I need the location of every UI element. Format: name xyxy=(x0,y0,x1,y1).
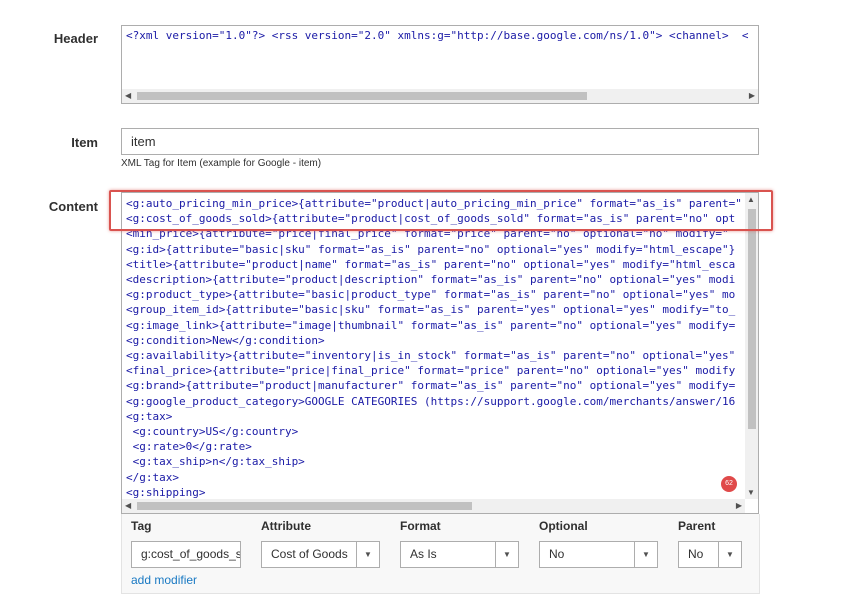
code-line: <g:condition>New</g:condition> xyxy=(126,333,325,347)
attribute-select-value: Cost of Goods xyxy=(271,547,348,561)
code-line: <g:country>US</g:country> xyxy=(126,425,299,438)
content-textarea[interactable]: <g:auto_pricing_min_price>{attribute="pr… xyxy=(121,192,759,514)
code-line: <final_price>{attribute="price|final_pri… xyxy=(126,364,736,378)
code-line: </g:tax> xyxy=(126,470,179,484)
code-line: <g:availability>{attribute="inventory|is… xyxy=(126,349,736,362)
code-line: <g:rate>0</g:rate> xyxy=(126,440,252,454)
format-select[interactable]: As Is ▼ xyxy=(400,541,519,568)
scroll-left-icon[interactable]: ◀ xyxy=(125,501,131,511)
chevron-down-icon: ▼ xyxy=(356,542,379,567)
code-line: <title>{attribute="product|name" format=… xyxy=(126,257,736,271)
chevron-down-icon: ▼ xyxy=(495,542,518,567)
format-select-value: As Is xyxy=(410,547,437,561)
header-text: <?xml version="1.0"?> <rss version="2.0"… xyxy=(126,29,749,42)
code-line: <group_item_id>{attribute="basic|sku" fo… xyxy=(126,303,736,317)
code-line: <g:product_type>{attribute="basic|produc… xyxy=(126,288,736,302)
column-header-optional: Optional xyxy=(539,519,588,533)
scroll-right-icon[interactable]: ▶ xyxy=(736,501,742,511)
tag-input[interactable]: g:cost_of_goods_s xyxy=(131,541,241,568)
header-textarea[interactable]: <?xml version="1.0"?> <rss version="2.0"… xyxy=(121,25,759,104)
item-input[interactable]: item xyxy=(121,128,759,155)
content-vertical-scrollbar[interactable]: ▲ ▼ xyxy=(745,193,758,499)
optional-select-value: No xyxy=(549,547,565,561)
code-line: <g:tax> xyxy=(126,409,173,423)
scroll-down-icon[interactable]: ▼ xyxy=(747,488,755,497)
column-header-attribute: Attribute xyxy=(261,519,311,533)
code-line: <g:id>{attribute="basic|sku" format="as_… xyxy=(126,242,736,256)
code-line: <g:shipping> xyxy=(126,485,206,499)
code-line: <g:google_product_category>GOOGLE CATEGO… xyxy=(126,394,736,408)
code-line: <g:image_link>{attribute="image|thumbnai… xyxy=(126,318,736,332)
add-modifier-link[interactable]: add modifier xyxy=(131,573,197,587)
content-horizontal-scrollbar[interactable]: ◀ ▶ xyxy=(122,499,745,513)
column-header-format: Format xyxy=(400,519,441,533)
parent-select-value: No xyxy=(688,547,704,561)
item-label: Item xyxy=(71,135,98,150)
scroll-left-icon[interactable]: ◀ xyxy=(125,91,131,101)
attribute-select[interactable]: Cost of Goods ▼ xyxy=(261,541,380,568)
code-line: <g:brand>{attribute="product|manufacture… xyxy=(126,379,736,393)
selection-highlight xyxy=(109,190,773,231)
content-label: Content xyxy=(48,199,98,214)
notification-badge[interactable]: 62 xyxy=(721,476,737,492)
chevron-down-icon: ▼ xyxy=(718,542,741,567)
scroll-right-icon[interactable]: ▶ xyxy=(749,91,755,101)
optional-select[interactable]: No ▼ xyxy=(539,541,658,568)
chevron-down-icon: ▼ xyxy=(634,542,657,567)
content-code: <g:auto_pricing_min_price>{attribute="pr… xyxy=(122,196,745,499)
header-scroll-thumb[interactable] xyxy=(137,92,587,100)
modifier-panel: Tag Attribute Format Optional Parent g:c… xyxy=(121,514,760,594)
column-header-tag: Tag xyxy=(131,519,152,533)
content-vscroll-thumb[interactable] xyxy=(748,209,756,429)
parent-select[interactable]: No ▼ xyxy=(678,541,742,568)
header-horizontal-scrollbar[interactable]: ◀ ▶ xyxy=(122,89,758,103)
header-label: Header xyxy=(53,31,98,46)
code-line: <description>{attribute="product|descrip… xyxy=(126,273,736,286)
code-line: <g:tax_ship>n</g:tax_ship> xyxy=(126,455,305,469)
content-hscroll-thumb[interactable] xyxy=(137,502,472,510)
column-header-parent: Parent xyxy=(678,519,716,533)
item-note: XML Tag for Item (example for Google - i… xyxy=(121,158,322,169)
